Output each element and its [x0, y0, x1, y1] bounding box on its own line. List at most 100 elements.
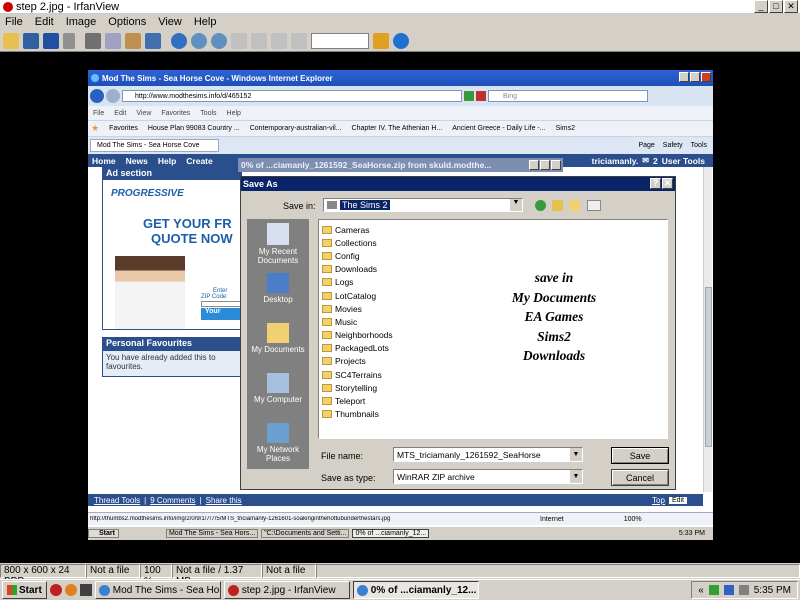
nav-home[interactable]: Home — [92, 156, 116, 166]
menu-options[interactable]: Options — [108, 16, 146, 28]
tab-mod-the-sims[interactable]: Mod The Sims - Sea Horse Cove — [90, 139, 219, 152]
ie-close-button[interactable] — [701, 72, 711, 82]
download-close-button[interactable] — [551, 160, 561, 170]
search-box[interactable]: Bing — [488, 90, 648, 102]
top-link[interactable]: Top — [652, 496, 665, 505]
dialog-close-button[interactable]: ✕ — [662, 178, 673, 189]
comments-link[interactable]: 9 Comments — [150, 496, 195, 505]
ie-max-button[interactable] — [690, 72, 700, 82]
edit-button[interactable]: Edit — [668, 496, 687, 504]
ie-menu-file[interactable]: File — [93, 110, 104, 117]
ie-min-button[interactable] — [679, 72, 689, 82]
tray-expand-icon[interactable]: « — [698, 585, 704, 596]
cancel-button[interactable]: Cancel — [611, 469, 669, 486]
refresh-icon[interactable] — [464, 91, 474, 101]
folder-item[interactable]: Collections — [322, 236, 667, 249]
tray-icon[interactable] — [723, 585, 734, 595]
place-desktop[interactable]: Desktop — [247, 269, 309, 319]
quick-launch-icon[interactable] — [49, 584, 62, 596]
folder-item[interactable]: Teleport — [322, 394, 667, 407]
zoom-level[interactable]: 100% — [624, 516, 642, 523]
favorites-star-icon[interactable]: ★ — [91, 123, 99, 134]
inner-start-button[interactable]: Start — [88, 529, 119, 538]
arrow-up-icon[interactable] — [271, 32, 287, 49]
ie-menu-help[interactable]: Help — [227, 110, 241, 117]
place-recent[interactable]: My Recent Documents — [247, 219, 309, 269]
ie-menu-tools[interactable]: Tools — [200, 110, 216, 117]
menu-image[interactable]: Image — [66, 16, 97, 28]
back-icon[interactable] — [90, 89, 104, 103]
maximize-button[interactable]: □ — [769, 0, 783, 13]
folder-item[interactable]: Thumbnails — [322, 408, 667, 421]
nav-create[interactable]: Create — [186, 156, 212, 166]
favorite-link[interactable]: Chapter IV. The Athenian H... — [352, 125, 443, 132]
ad-zip-input[interactable] — [201, 301, 241, 307]
zoom-in-icon[interactable] — [191, 32, 207, 49]
mail-icon[interactable]: ✉ — [642, 156, 649, 165]
arrow-right-icon[interactable] — [251, 32, 267, 49]
favorite-link[interactable]: Ancient Greece - Daily Life -... — [452, 125, 545, 132]
progressive-logo[interactable]: PROGRESSIVE — [111, 188, 241, 199]
place-my-computer[interactable]: My Computer — [247, 369, 309, 419]
folder-item[interactable]: Cameras — [322, 223, 667, 236]
go-back-icon[interactable] — [535, 200, 546, 211]
favorite-link[interactable]: House Plan 99083 Country ... — [148, 125, 240, 132]
nav-news[interactable]: News — [126, 156, 148, 166]
folder-item[interactable]: Storytelling — [322, 381, 667, 394]
inner-task-cmd[interactable]: "C:\Documents and Setti... — [261, 529, 350, 538]
nav-help[interactable]: Help — [158, 156, 176, 166]
close-button[interactable]: ✕ — [784, 0, 798, 13]
cmd-tools[interactable]: Tools — [691, 142, 707, 149]
ie-scrollbar[interactable] — [703, 167, 712, 492]
ie-menu-favorites[interactable]: Favorites — [161, 110, 190, 117]
paste-icon[interactable] — [125, 32, 141, 49]
arrow-down-icon[interactable] — [291, 32, 307, 49]
quick-launch-icon[interactable] — [64, 584, 77, 596]
undo-icon[interactable] — [145, 32, 161, 49]
cmd-page[interactable]: Page — [638, 142, 654, 149]
save-in-dropdown[interactable]: The Sims 2 ▼ — [323, 198, 523, 212]
place-network[interactable]: My Network Places — [247, 419, 309, 469]
minimize-button[interactable]: _ — [754, 0, 768, 13]
download-max-button[interactable] — [540, 160, 550, 170]
cmd-safety[interactable]: Safety — [663, 142, 683, 149]
ad-headline-2[interactable]: QUOTE NOW — [151, 231, 241, 246]
nav-user-tools[interactable]: User Tools — [662, 156, 705, 166]
chevron-down-icon[interactable]: ▼ — [570, 470, 582, 483]
inner-task-ie[interactable]: Mod The Sims - Sea Hors... — [165, 529, 259, 538]
favorite-link[interactable]: Sims2 — [556, 125, 575, 132]
download-min-button[interactable] — [529, 160, 539, 170]
ie-menu-view[interactable]: View — [136, 110, 151, 117]
volume-icon[interactable] — [738, 585, 749, 595]
favorites-button[interactable]: Favorites — [109, 125, 138, 132]
thread-tools-link[interactable]: Thread Tools — [94, 496, 140, 505]
chevron-down-icon[interactable]: ▼ — [510, 199, 522, 211]
dialog-help-button[interactable]: ? — [650, 178, 661, 189]
chevron-down-icon[interactable]: ▼ — [570, 448, 582, 461]
stop-icon[interactable] — [476, 91, 486, 101]
ad-get-quote-button[interactable]: Your — [201, 308, 241, 320]
address-bar[interactable]: http://www.modthesims.info/d/465152 — [122, 90, 462, 102]
copy-icon[interactable] — [105, 32, 121, 49]
quick-launch-icon[interactable] — [79, 584, 92, 596]
zoom-out-icon[interactable] — [211, 32, 227, 49]
open-icon[interactable] — [3, 32, 19, 49]
task-button-download[interactable]: 0% of ...ciamanly_12... — [352, 581, 479, 599]
save-button[interactable]: Save — [611, 447, 669, 464]
place-my-documents[interactable]: My Documents — [247, 319, 309, 369]
menu-file[interactable]: File — [5, 16, 23, 28]
favorite-link[interactable]: Contemporary-australian-vil... — [250, 125, 342, 132]
ad-headline-1[interactable]: GET YOUR FR — [143, 216, 241, 231]
menu-help[interactable]: Help — [194, 16, 217, 28]
tray-icon[interactable] — [708, 585, 719, 595]
forward-icon[interactable] — [106, 89, 120, 103]
task-button-ie[interactable]: Mod The Sims - Sea Hors... — [94, 581, 221, 599]
menu-view[interactable]: View — [158, 16, 182, 28]
ie-menu-edit[interactable]: Edit — [114, 110, 126, 117]
share-link[interactable]: Share this — [206, 496, 242, 505]
slideshow-icon[interactable] — [23, 32, 39, 49]
save-type-select[interactable]: WinRAR ZIP archive ▼ — [393, 469, 583, 484]
toolbar-text-field[interactable] — [311, 32, 369, 49]
settings-icon[interactable] — [373, 32, 389, 49]
start-button[interactable]: Start — [2, 581, 47, 599]
